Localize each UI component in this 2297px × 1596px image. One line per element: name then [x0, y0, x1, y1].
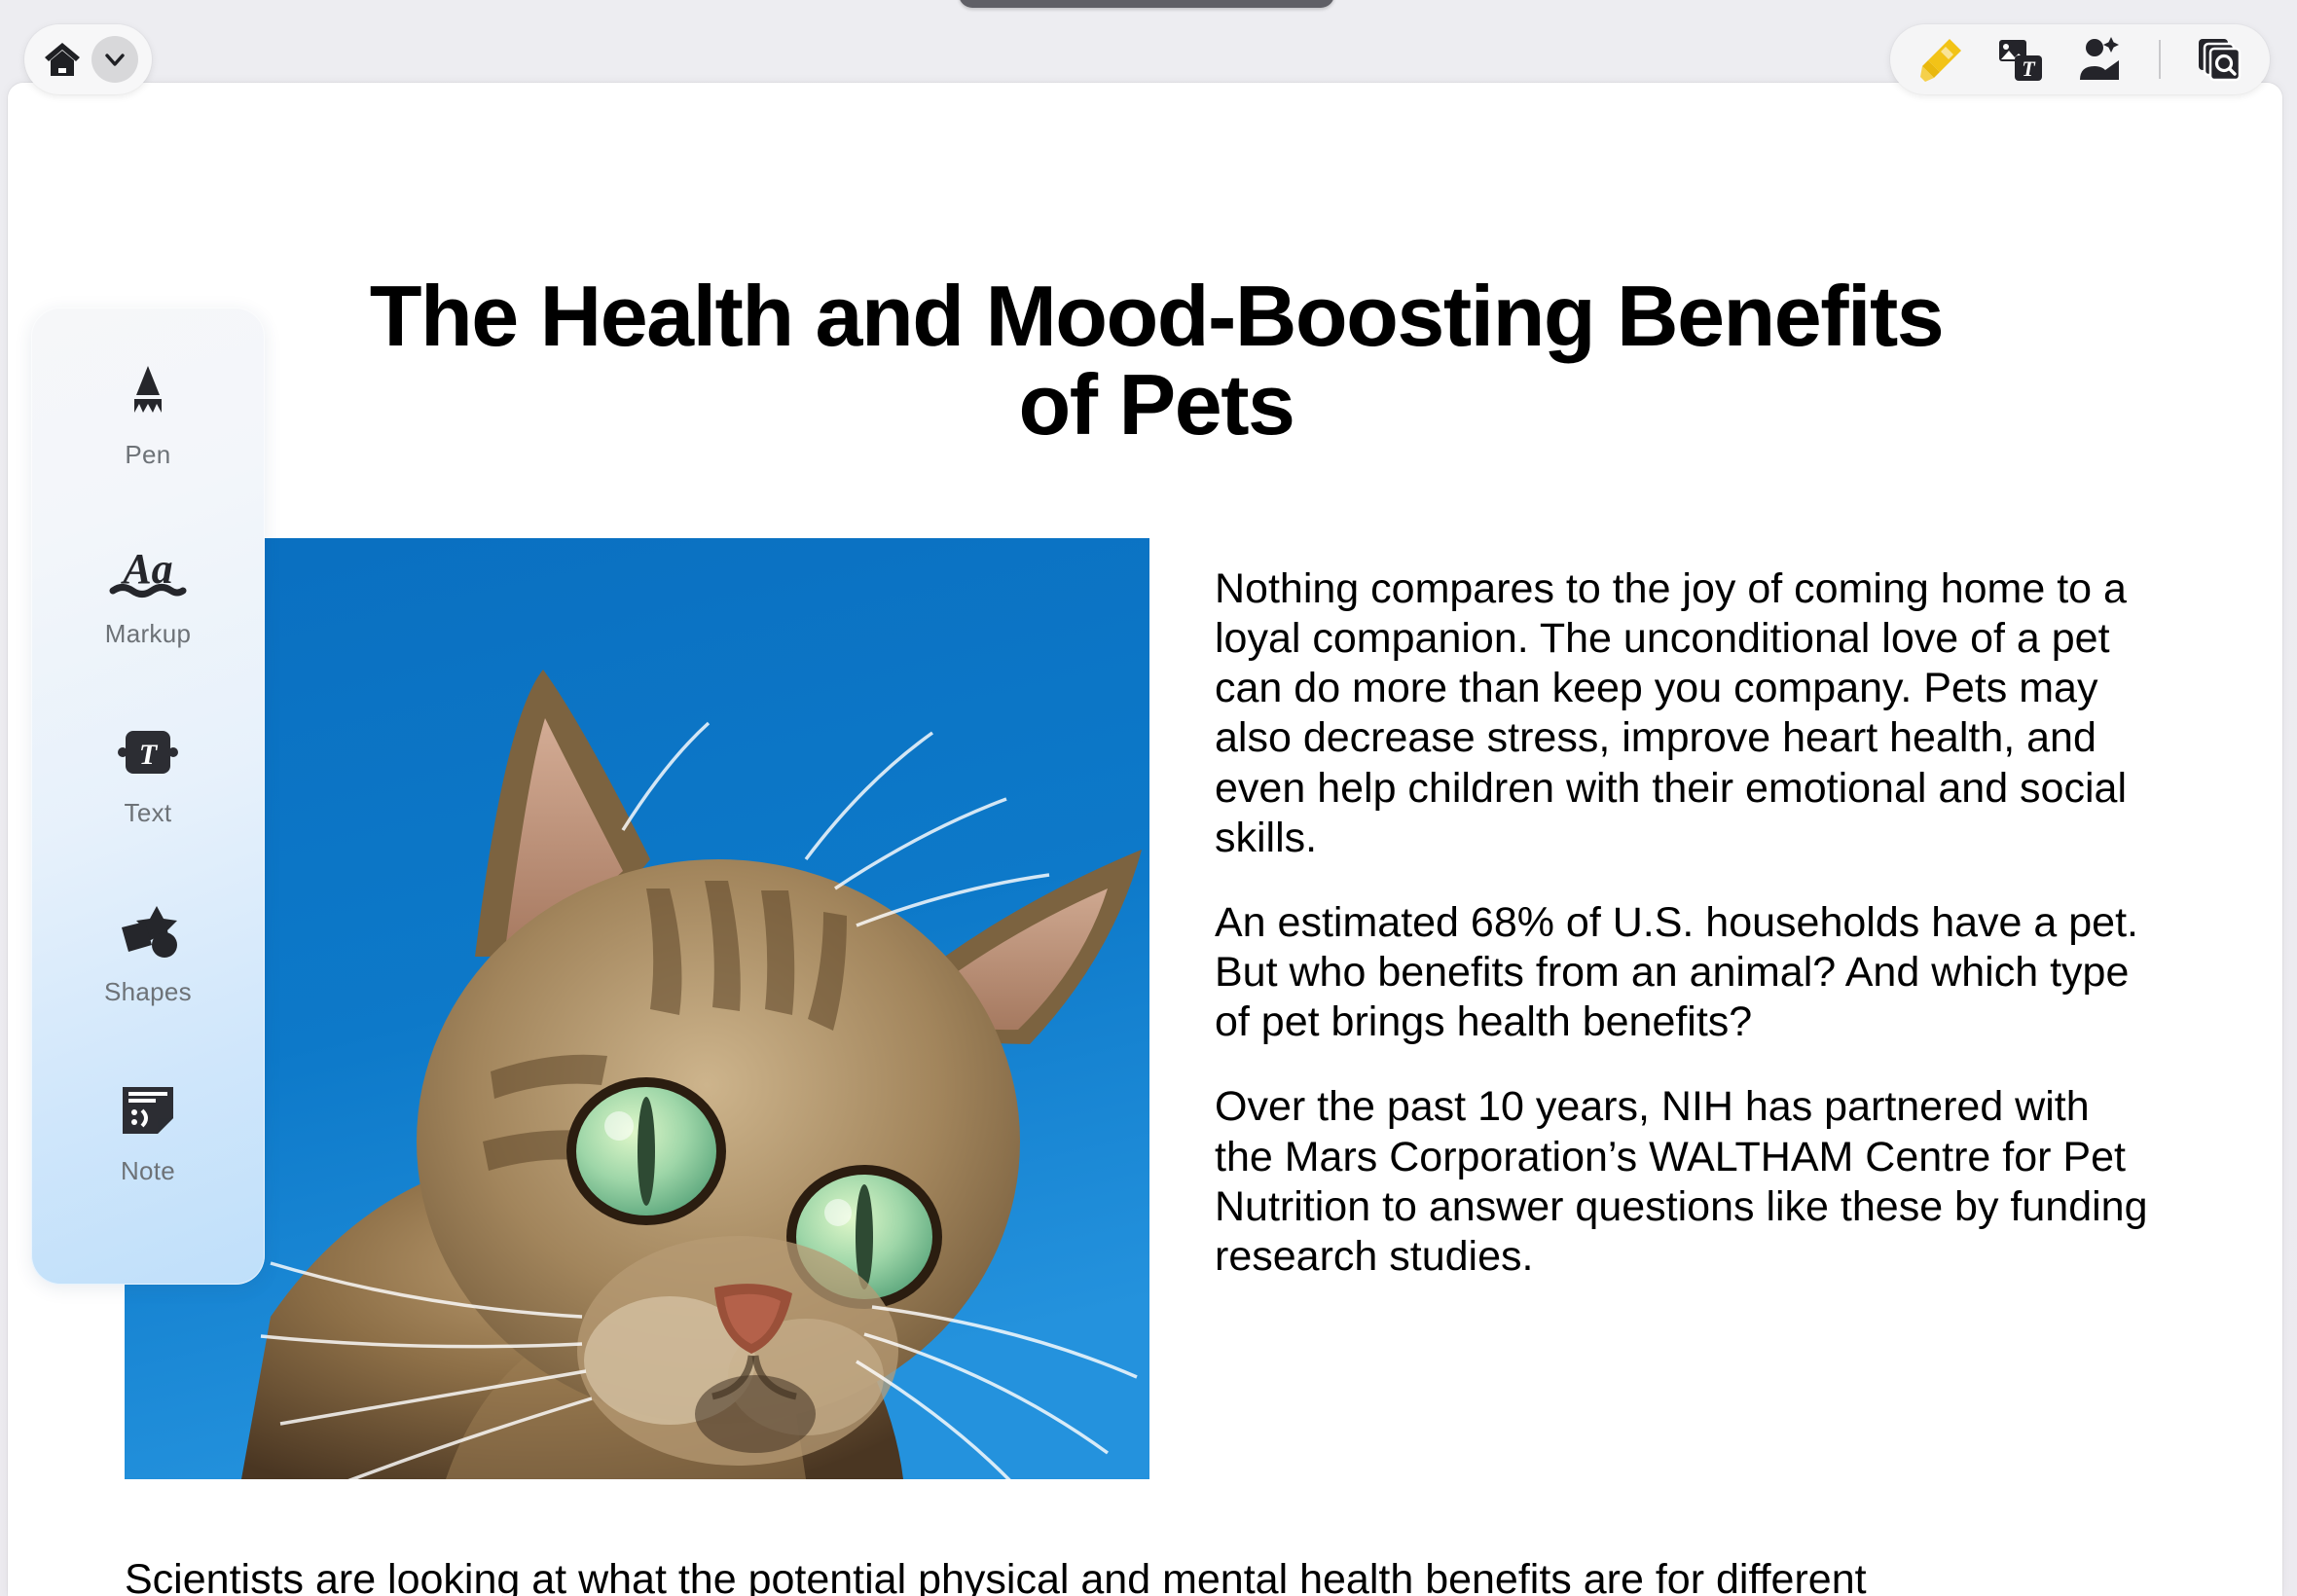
pen-icon	[121, 364, 175, 424]
pages-search-icon[interactable]	[2194, 34, 2244, 85]
sidebar-item-markup[interactable]: Aa Markup	[31, 543, 265, 722]
article-body: Nothing compares to the joy of coming ho…	[1215, 564, 2154, 1282]
next-paragraph-clipped: Scientists are looking at what the poten…	[125, 1556, 1867, 1596]
paragraph-3: Over the past 10 years, NIH has partnere…	[1215, 1083, 2148, 1280]
window-drag-notch[interactable]	[959, 0, 1334, 8]
sidebar-item-pen[interactable]: Pen	[31, 364, 265, 543]
top-toolbar: T	[1890, 24, 2270, 94]
hero-image[interactable]	[125, 538, 1149, 1479]
page-title: The Health and Mood-Boosting Benefits of…	[369, 268, 1945, 453]
svg-text:T: T	[139, 739, 159, 771]
paragraph-2: An estimated 68% of U.S. households have…	[1215, 898, 2138, 1046]
markup-aa-icon: Aa	[107, 543, 189, 603]
home-icon[interactable]	[42, 39, 83, 80]
cat-photo-illustration	[125, 538, 1149, 1479]
sidebar-item-text[interactable]: T Text	[31, 722, 265, 901]
app-root: The Health and Mood-Boosting Benefits of…	[0, 0, 2297, 1596]
svg-text:T: T	[2022, 56, 2036, 81]
text-box-icon: T	[114, 722, 182, 782]
sidebar-item-shapes[interactable]: Shapes	[31, 901, 265, 1080]
sidebar-item-label: Note	[120, 1156, 176, 1185]
annotation-toolbar: Pen Aa Markup T Text Shapes Note	[31, 308, 265, 1285]
cat-left-eye	[566, 1077, 726, 1225]
highlighter-pen-icon[interactable]	[1915, 34, 1966, 85]
chevron-down-icon[interactable]	[91, 36, 138, 83]
home-pill	[24, 24, 152, 94]
paragraph-1: Nothing compares to the joy of coming ho…	[1215, 565, 2127, 861]
image-to-text-icon[interactable]: T	[1995, 34, 2046, 85]
toolbar-divider	[2159, 40, 2161, 79]
sidebar-item-label: Pen	[125, 440, 171, 469]
sidebar-item-note[interactable]: Note	[31, 1080, 265, 1259]
sidebar-item-label: Markup	[104, 619, 192, 648]
sidebar-item-label: Text	[124, 798, 172, 827]
shapes-icon	[116, 901, 180, 961]
person-magic-icon[interactable]	[2075, 34, 2126, 85]
document-page: The Health and Mood-Boosting Benefits of…	[8, 83, 2282, 1596]
sidebar-item-label: Shapes	[104, 977, 192, 1006]
sticky-note-icon	[119, 1080, 177, 1141]
